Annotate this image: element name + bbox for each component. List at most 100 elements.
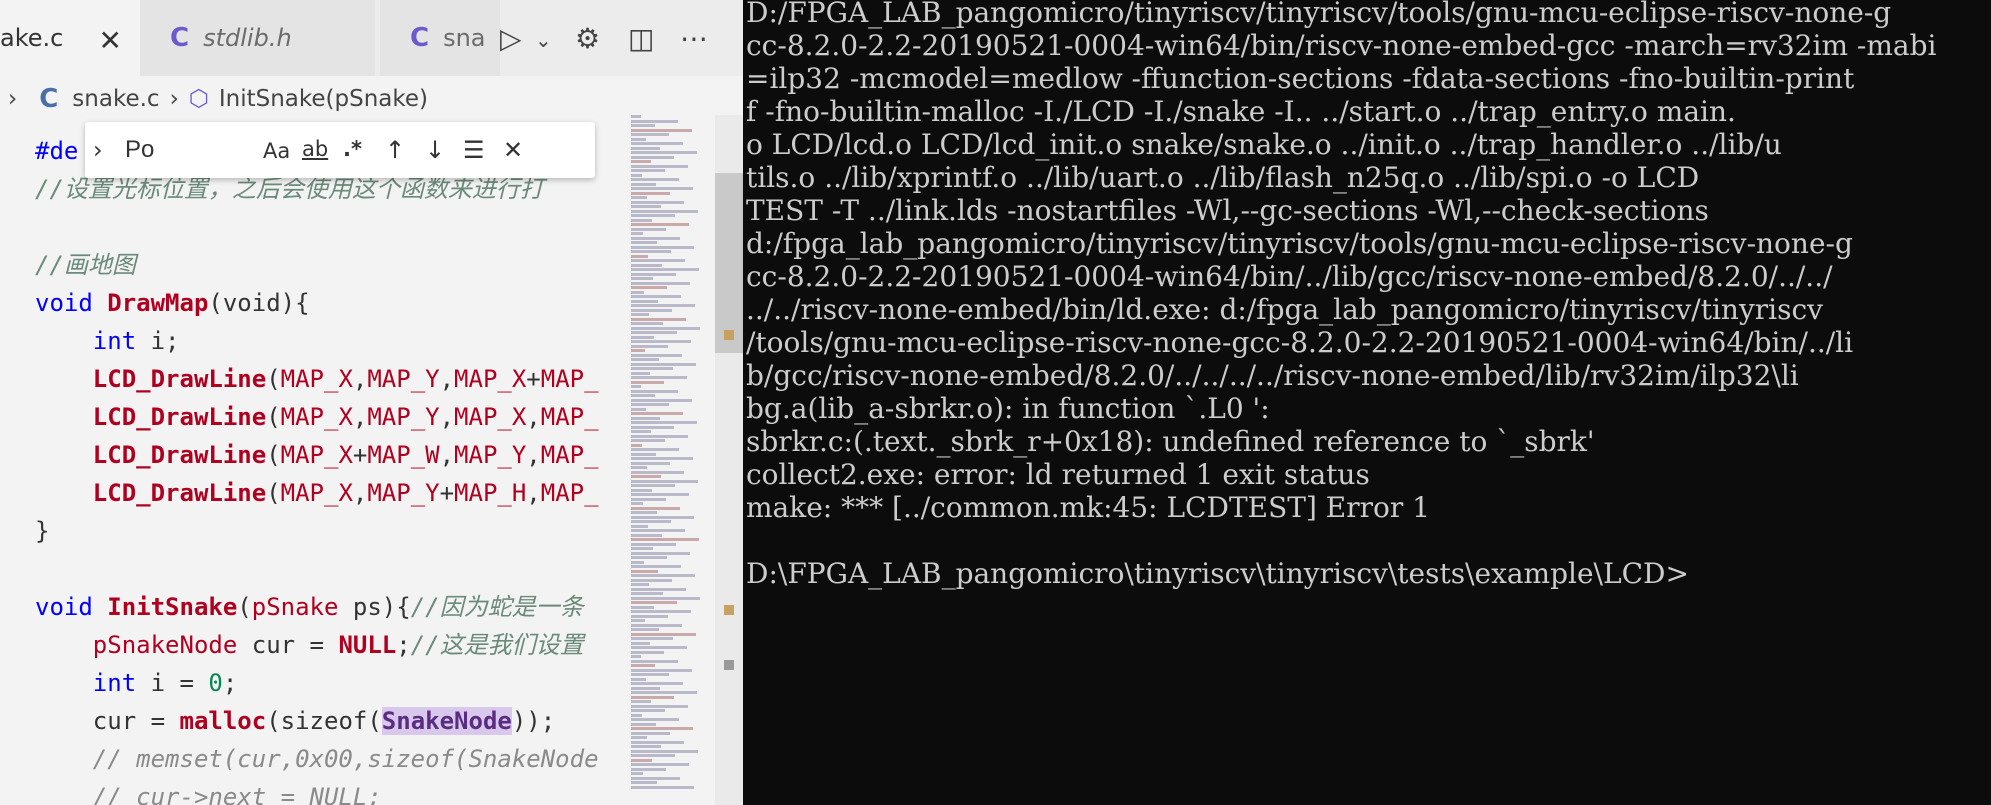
minimap-line (631, 740, 684, 744)
terminal-line: collect2.exe: error: ld returned 1 exit … (746, 458, 1370, 491)
minimap[interactable] (625, 115, 710, 805)
chevron-down-icon[interactable]: ⌄ (535, 28, 552, 52)
minimap-line (631, 245, 694, 249)
code-token: void (35, 289, 108, 317)
breadcrumb-file[interactable]: snake.c (72, 86, 159, 112)
tab-stdlib-h[interactable]: C stdlib.h (140, 0, 375, 76)
tab-label: stdlib.h (203, 24, 292, 52)
code-line[interactable]: } (35, 512, 49, 550)
code-token: i = (150, 669, 209, 697)
code-token: //因为蛇是一条 (410, 593, 584, 621)
code-token: 0 (208, 669, 223, 697)
split-editor-icon[interactable]: ◫ (628, 22, 654, 55)
minimap-line (631, 173, 642, 177)
minimap-line (631, 677, 646, 681)
code-token: , (439, 365, 455, 393)
minimap-line (631, 214, 675, 217)
code-line[interactable]: pSnakeNode cur = NULL;//这是我们设置 (35, 626, 584, 664)
minimap-line (631, 529, 685, 532)
minimap-line (631, 709, 665, 712)
minimap-line (631, 155, 674, 159)
terminal-line: cc-8.2.0-2.2-20190521-0004-win64/bin/../… (746, 260, 1833, 293)
minimap-line (631, 268, 699, 271)
minimap-line (631, 767, 666, 771)
code-line[interactable]: // cur->next = NULL; (35, 778, 382, 805)
minimap-line (631, 353, 682, 357)
code-line[interactable]: #de (35, 132, 78, 170)
find-in-selection-icon[interactable]: ☰ (463, 136, 485, 164)
code-line[interactable]: int i; (35, 322, 180, 360)
terminal-output[interactable]: D:/FPGA_LAB_pangomicro/tinyriscv/tinyris… (743, 0, 1991, 805)
arrow-up-icon[interactable]: ↑ (385, 136, 405, 164)
minimap-line (631, 227, 666, 231)
minimap-line (631, 218, 652, 222)
minimap-line (631, 713, 642, 717)
chevron-right-icon: › (169, 86, 179, 112)
code-token: ps){ (352, 593, 411, 621)
code-token: DrawMap (107, 289, 209, 317)
minimap-line (631, 290, 644, 294)
minimap-line (631, 394, 655, 397)
arrow-down-icon[interactable]: ↓ (425, 136, 445, 164)
minimap-line (631, 754, 675, 757)
gear-icon[interactable]: ⚙ (575, 22, 600, 55)
code-line[interactable]: int i = 0; (35, 664, 238, 702)
code-token: MAP_X (280, 403, 353, 431)
code-token: MAP_ (540, 479, 599, 507)
code-token: , (352, 403, 368, 431)
tab-snake[interactable]: C sna (380, 0, 500, 76)
code-token: #de (35, 137, 79, 165)
minimap-line (631, 560, 644, 564)
minimap-line (631, 254, 648, 258)
code-token: MAP_X (454, 403, 527, 431)
breadcrumb-symbol[interactable]: InitSnake(pSnake) (219, 86, 428, 112)
minimap-line (631, 596, 700, 600)
code-token: ( (266, 365, 281, 393)
code-area[interactable]: #de //设置光标位置，之后会使用这个函数来进行打 //画地图 void DrawM… (0, 122, 625, 805)
terminal-line: =ilp32 -mcmodel=medlow -ffunction-sectio… (746, 62, 1855, 95)
minimap-line (631, 538, 699, 541)
code-line[interactable]: // memset(cur,0x00,sizeof(SnakeNode (35, 740, 599, 778)
code-line[interactable]: cur = malloc(sizeof(SnakeNode)); (35, 702, 555, 740)
minimap-line (631, 371, 650, 375)
code-line[interactable]: void InitSnake(pSnake ps){//因为蛇是一条 (35, 588, 584, 626)
minimap-line (631, 452, 656, 456)
minimap-line (631, 569, 658, 573)
code-line[interactable]: LCD_DrawLine(MAP_X,MAP_Y,MAP_X,MAP_ (35, 398, 599, 436)
minimap-line (631, 295, 681, 298)
minimap-line (631, 358, 659, 361)
chevron-right-icon[interactable]: › (93, 136, 103, 164)
close-icon[interactable]: ✕ (99, 24, 122, 57)
code-line[interactable]: void DrawMap(void){ (35, 284, 310, 322)
code-line[interactable]: //画地图 (35, 246, 136, 284)
minimap-line (631, 200, 684, 204)
minimap-line (631, 515, 694, 519)
scrollbar-thumb[interactable] (715, 173, 743, 353)
tab-snake-c[interactable]: ake.c ✕ (0, 0, 140, 76)
code-token: // memset(cur,0x00,sizeof(SnakeNode (35, 745, 599, 773)
whole-word-toggle[interactable]: ab (302, 137, 328, 161)
minimap-line (631, 497, 666, 501)
minimap-line (631, 398, 692, 402)
minimap-line (631, 376, 687, 379)
terminal-line: tils.o ../lib/xprintf.o ../lib/uart.o ..… (746, 161, 1700, 194)
match-case-toggle[interactable]: Aa (263, 139, 290, 163)
regex-toggle[interactable]: .* (343, 137, 362, 161)
code-token: //画地图 (35, 251, 136, 279)
minimap-line (631, 241, 657, 244)
c-file-icon: C (410, 23, 430, 53)
terminal-line: TEST -T ../link.lds -nostartfiles -Wl,--… (746, 194, 1709, 227)
minimap-line (631, 574, 695, 577)
minimap-line (631, 587, 686, 591)
code-token: malloc (179, 707, 267, 735)
code-line[interactable]: LCD_DrawLine(MAP_X+MAP_W,MAP_Y,MAP_ (35, 436, 599, 474)
code-line[interactable]: LCD_DrawLine(MAP_X,MAP_Y,MAP_X+MAP_ (35, 360, 599, 398)
minimap-line (631, 286, 667, 289)
code-token: + (352, 441, 368, 469)
code-line[interactable]: LCD_DrawLine(MAP_X,MAP_Y+MAP_H,MAP_ (35, 474, 599, 512)
more-icon[interactable]: ⋯ (680, 22, 708, 55)
vertical-scrollbar[interactable] (715, 115, 743, 805)
close-icon[interactable]: ✕ (503, 136, 523, 164)
run-icon[interactable]: ▷ (500, 22, 522, 55)
chevron-right-icon[interactable]: › (8, 86, 17, 112)
